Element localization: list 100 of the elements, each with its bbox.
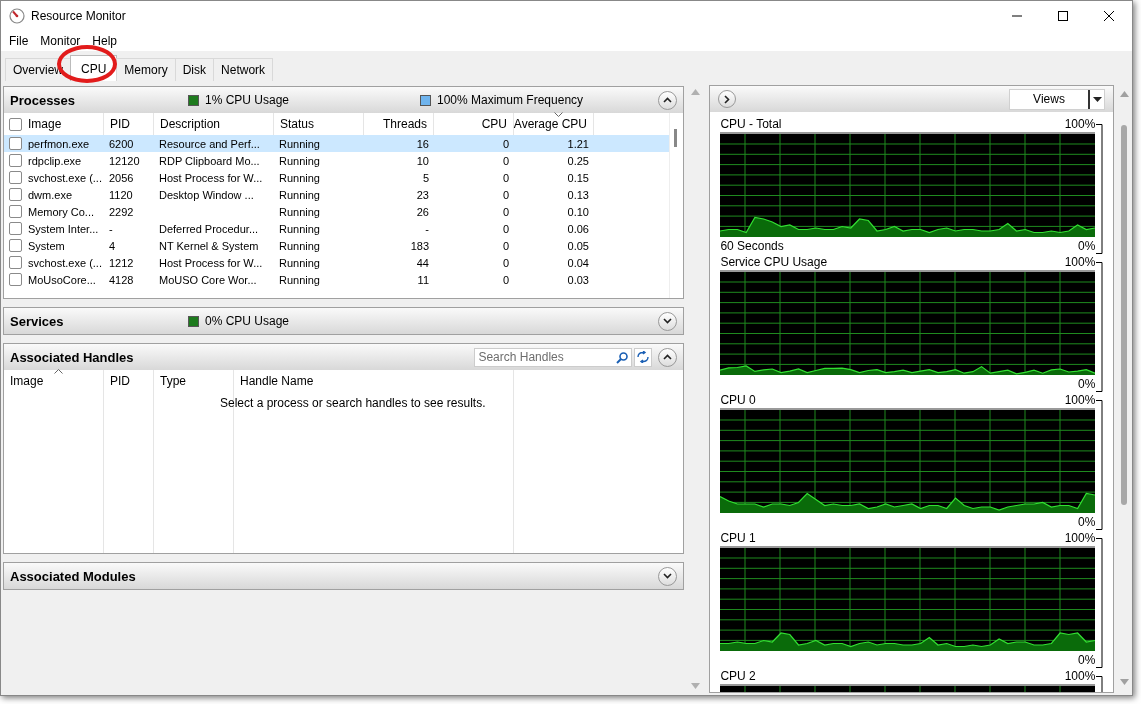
table-cell-text: - <box>424 221 430 237</box>
table-cell: svchost.exe (... <box>28 171 102 184</box>
row-checkbox[interactable] <box>9 273 22 286</box>
search-icon[interactable] <box>616 351 629 364</box>
scale-max-label: 100% <box>1064 531 1096 545</box>
scroll-up-icon[interactable] <box>690 89 700 95</box>
section-header[interactable]: Associated Modules <box>4 563 684 589</box>
graph-title: CPU - Total <box>720 117 782 131</box>
collapse-button[interactable] <box>658 90 678 110</box>
menu-item[interactable]: File <box>3 34 35 48</box>
table-cell-text: 0 <box>501 153 510 169</box>
table-cell-text: Resource and Perf... <box>158 136 261 152</box>
table-row[interactable]: MoUsoCore... 4128 MoUSO Core Wor... Running 11 0 0.03 <box>4 271 670 288</box>
column-header[interactable]: Image <box>4 370 104 392</box>
menu-item[interactable]: Help <box>86 34 124 48</box>
row-checkbox[interactable] <box>9 239 22 252</box>
table-cell-text: MoUSO Core Wor... <box>158 272 258 288</box>
dropdown-icon[interactable] <box>1092 96 1102 102</box>
scale-min-label: 0% <box>1078 652 1096 667</box>
views-button[interactable]: Views <box>1009 88 1105 110</box>
table-cell-text: 1120 <box>108 187 134 203</box>
table-cell-text: 0 <box>501 255 510 271</box>
section-title: Associated Modules <box>10 568 137 584</box>
table-cell-text: 16 <box>415 136 430 152</box>
chevron-up-icon <box>663 354 673 360</box>
table-cell-text: NT Kernel & System <box>158 238 260 254</box>
selected-row[interactable]: perfmon.exe 6200 Resource and Perf... Running 16 0 1.21 <box>4 135 670 152</box>
row-checkbox[interactable] <box>9 256 22 269</box>
scroll-up-icon[interactable] <box>1120 91 1129 97</box>
table-cell-text: 1.21 <box>566 136 590 152</box>
table-row[interactable]: svchost.exe (... 2056 Host Process for W... Running 5 0 0.15 <box>4 169 670 186</box>
section-header[interactable]: Services 0% CPU Usage <box>4 308 684 334</box>
scroll-down-icon[interactable] <box>1120 679 1129 685</box>
expand-button[interactable] <box>658 566 678 586</box>
scroll-down-icon[interactable] <box>690 683 700 689</box>
table-cell-text: 1212 <box>108 255 135 271</box>
table-cell: perfmon.exe <box>28 137 90 150</box>
usage-label: 100% Maximum Frequency <box>437 93 584 107</box>
table-cell-text: 0 <box>501 136 510 152</box>
section-title: Processes <box>10 92 77 108</box>
table-cell-text: Host Process for W... <box>158 170 264 186</box>
table-cell-text: 0 <box>501 170 510 186</box>
scale-min-label: 0% <box>1078 376 1096 391</box>
menu-item[interactable]: Monitor <box>34 34 87 48</box>
expand-button[interactable] <box>658 311 678 331</box>
tab[interactable]: Memory <box>116 58 176 81</box>
table-cell-text: RDP Clipboard Mo... <box>158 153 261 169</box>
table-cell-text: 0.06 <box>566 221 590 237</box>
column-header[interactable]: Handle Name <box>234 370 514 392</box>
table-cell-text: 44 <box>415 255 430 271</box>
table-cell: svchost.exe (... <box>28 256 102 269</box>
section-header[interactable]: Associated Handles Search Handles <box>4 344 684 370</box>
chevron-up-icon <box>663 97 673 103</box>
tab[interactable]: Network <box>213 58 274 81</box>
column-header[interactable]: Type <box>154 370 234 392</box>
table-cell-text: 11 <box>416 272 430 288</box>
table-cell-text: 0 <box>501 221 510 237</box>
graph-title: Service CPU Usage <box>720 255 828 269</box>
select-all-checkbox[interactable] <box>9 117 22 131</box>
row-checkbox[interactable] <box>9 154 22 167</box>
table-row[interactable]: rdpclip.exe 12120 RDP Clipboard Mo... Running 10 0 0.25 <box>4 152 670 169</box>
search-field[interactable]: Search Handles <box>474 347 633 367</box>
table-cell-text: 10 <box>415 153 430 169</box>
table-cell-text: Host Process for W... <box>158 255 264 271</box>
table-cell-text: 183 <box>409 238 430 254</box>
table-cell-text: Running <box>278 204 321 220</box>
usage-label: 0% CPU Usage <box>205 314 290 328</box>
chevron-down-icon <box>663 318 673 324</box>
window-title: Resource Monitor <box>31 9 126 23</box>
app-icon <box>9 8 25 24</box>
table-cell-text: Running <box>278 136 321 152</box>
table-cell: rdpclip.exe <box>28 154 82 167</box>
row-checkbox[interactable] <box>9 171 22 184</box>
table-row[interactable]: System Inter... - Deferred Procedur... Running - 0 0.06 <box>4 220 670 237</box>
chevron-down-icon <box>663 573 673 579</box>
refresh-icon <box>636 351 651 363</box>
section-header[interactable]: Processes 1% CPU Usage 100% Maximum Frequency <box>4 87 684 113</box>
table-cell-text: 0.15 <box>566 170 590 186</box>
table-row[interactable]: svchost.exe (... 1212 Host Process for W... Running 44 0 0.04 <box>4 254 670 271</box>
time-span-label: 60 Seconds <box>720 238 784 253</box>
table-cell-text: 0.03 <box>566 272 590 288</box>
graph-title: CPU 1 <box>720 531 756 545</box>
refresh-button[interactable] <box>634 347 653 367</box>
table-cell-text: Desktop Window ... <box>158 187 255 203</box>
graph-title: CPU 2 <box>720 669 756 683</box>
collapse-button[interactable] <box>658 347 678 367</box>
scale-max-label: 100% <box>1064 393 1096 407</box>
table-row[interactable]: Memory Co... 2292 Running 26 0 0.10 <box>4 203 670 220</box>
row-checkbox[interactable] <box>9 222 22 235</box>
row-checkbox[interactable] <box>9 188 22 201</box>
column-header[interactable]: PID <box>104 370 154 392</box>
table-row[interactable]: dwm.exe 1120 Desktop Window ... Running 23 0 0.13 <box>4 186 670 203</box>
row-checkbox[interactable] <box>9 205 22 218</box>
expand-button[interactable] <box>718 90 737 108</box>
table-cell-text: 6200 <box>108 136 135 152</box>
table-cell-text: 23 <box>415 187 430 203</box>
table-row[interactable]: System 4 NT Kernel & System Running 183 0 0.05 <box>4 237 670 254</box>
row-checkbox[interactable] <box>9 137 22 150</box>
table-cell-text: 5 <box>421 170 430 186</box>
table-cell-text: Running <box>278 238 321 254</box>
